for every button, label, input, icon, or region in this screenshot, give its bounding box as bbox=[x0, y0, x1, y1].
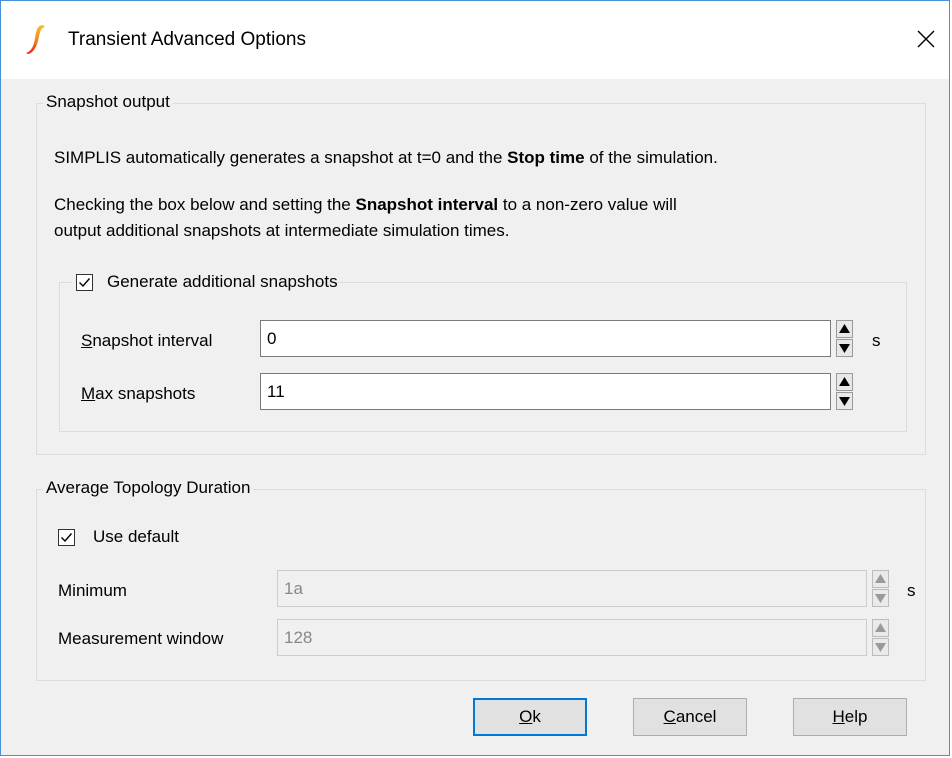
spin-up-button[interactable] bbox=[872, 570, 889, 588]
help-button[interactable]: Help bbox=[793, 698, 907, 736]
arrow-down-icon bbox=[836, 339, 853, 357]
title-bar: Transient Advanced Options bbox=[1, 1, 949, 79]
snapshot-description-2: Checking the box below and setting the S… bbox=[54, 195, 677, 214]
arrow-down-icon bbox=[836, 392, 853, 410]
arrow-down-icon bbox=[872, 589, 889, 607]
measurement-window-spinner[interactable] bbox=[872, 619, 889, 656]
spin-up-button[interactable] bbox=[872, 619, 889, 637]
use-default-label[interactable]: Use default bbox=[93, 527, 179, 547]
generate-additional-checkbox[interactable] bbox=[76, 274, 93, 291]
minimum-label: Minimum bbox=[58, 581, 127, 600]
window-title: Transient Advanced Options bbox=[68, 29, 306, 50]
spin-down-button[interactable] bbox=[836, 339, 853, 357]
close-button[interactable] bbox=[903, 17, 949, 61]
arrow-down-icon bbox=[872, 638, 889, 656]
checkmark-icon bbox=[61, 533, 73, 543]
arrow-up-icon bbox=[836, 373, 853, 391]
checkmark-icon bbox=[79, 278, 91, 288]
cancel-button[interactable]: Cancel bbox=[633, 698, 747, 736]
snapshot-interval-spinner[interactable] bbox=[836, 320, 853, 357]
spin-up-button[interactable] bbox=[836, 373, 853, 391]
max-snapshots-label: Max snapshots bbox=[81, 384, 196, 403]
minimum-input[interactable]: 1a bbox=[277, 570, 867, 607]
generate-additional-label: Generate additional snapshots bbox=[107, 272, 338, 291]
snapshot-interval-label: Snapshot interval bbox=[81, 331, 213, 350]
snapshot-description-3: output additional snapshots at intermedi… bbox=[54, 221, 510, 240]
arrow-up-icon bbox=[836, 320, 853, 338]
spin-down-button[interactable] bbox=[872, 589, 889, 607]
arrow-up-icon bbox=[872, 570, 889, 588]
snapshot-interval-input[interactable]: 0 bbox=[260, 320, 831, 357]
group-title: Snapshot output bbox=[43, 92, 173, 112]
spin-up-button[interactable] bbox=[836, 320, 853, 338]
minimum-spinner[interactable] bbox=[872, 570, 889, 607]
group-title: Average Topology Duration bbox=[43, 478, 254, 498]
max-snapshots-input[interactable]: 11 bbox=[260, 373, 831, 410]
simplis-logo-icon bbox=[26, 25, 45, 54]
minimum-unit: s bbox=[907, 581, 916, 600]
dialog-window: Transient Advanced Options Snapshot outp… bbox=[0, 0, 950, 756]
snapshot-interval-unit: s bbox=[872, 331, 881, 350]
close-icon bbox=[917, 30, 935, 48]
max-snapshots-spinner[interactable] bbox=[836, 373, 853, 410]
measurement-window-label: Measurement window bbox=[58, 629, 224, 648]
ok-button[interactable]: Ok bbox=[473, 698, 587, 736]
spin-down-button[interactable] bbox=[836, 392, 853, 410]
generate-additional-checkbox-row[interactable]: Generate additional snapshots bbox=[72, 272, 338, 294]
spin-down-button[interactable] bbox=[872, 638, 889, 656]
use-default-checkbox[interactable] bbox=[58, 529, 75, 546]
snapshot-description-1: SIMPLIS automatically generates a snapsh… bbox=[54, 148, 718, 167]
measurement-window-input[interactable]: 128 bbox=[277, 619, 867, 656]
arrow-up-icon bbox=[872, 619, 889, 637]
